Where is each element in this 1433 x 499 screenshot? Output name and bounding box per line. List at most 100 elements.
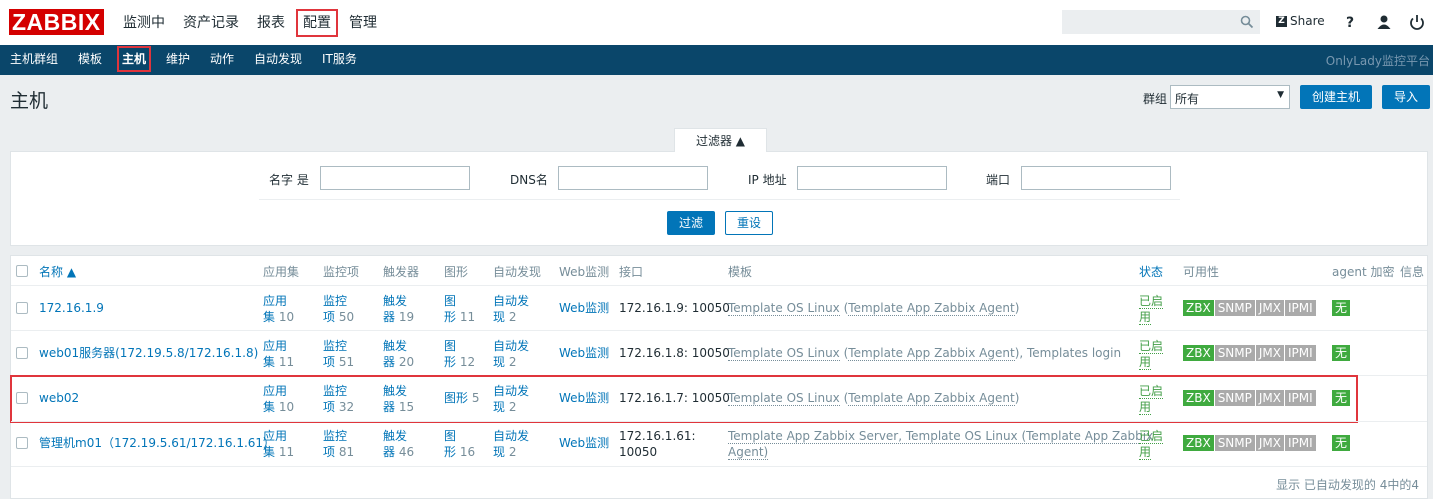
top-menu-configuration[interactable]: 配置 <box>296 8 338 37</box>
triggers-link[interactable]: 触发器 19 <box>383 293 414 325</box>
apps-link[interactable]: 应用集 10 <box>263 293 294 325</box>
jmx-badge: JMX <box>1255 300 1284 316</box>
interface-text: 172.16.1.9: 10050 <box>619 301 730 315</box>
search-icon[interactable] <box>1240 15 1254 29</box>
search-input[interactable] <box>1062 10 1260 34</box>
encryption-badge: 无 <box>1332 300 1351 316</box>
filter-apply-button[interactable]: 过滤 <box>667 211 715 235</box>
snmp-badge: SNMP <box>1214 435 1255 451</box>
availability-badges: ZBX SNMP JMX IPMI <box>1183 435 1317 451</box>
nav-it-services[interactable]: IT服务 <box>322 51 357 67</box>
brand-text: OnlyLady监控平台 <box>1325 54 1430 68</box>
col-status[interactable]: 状态 <box>1139 263 1163 280</box>
status-enabled-link[interactable]: 已启用 <box>1139 338 1164 370</box>
zbx-badge: ZBX <box>1183 435 1214 451</box>
status-enabled-link[interactable]: 已启用 <box>1139 293 1164 325</box>
host-name-link[interactable]: 管理机m01（172.19.5.61/172.16.1.61） <box>39 435 275 451</box>
help-icon[interactable]: ? <box>1341 13 1359 31</box>
row-highlight-box <box>10 375 1358 423</box>
discovery-link[interactable]: 自动发现 2 <box>493 428 529 460</box>
user-profile-icon[interactable] <box>1375 13 1393 31</box>
row-divider <box>11 285 1427 286</box>
discovery-link[interactable]: 自动发现 2 <box>493 338 529 370</box>
name-filter-label: 名字 是 <box>269 173 309 187</box>
row-checkbox[interactable] <box>16 347 28 359</box>
col-items: 监控项 <box>323 265 360 279</box>
top-bar: ZABBIX 监测中 资产记录 报表 配置 管理 Z Share ? <box>0 0 1433 45</box>
encryption-badge: 无 <box>1332 435 1351 451</box>
col-encryption: agent 加密 <box>1332 265 1395 279</box>
row-divider <box>11 330 1427 331</box>
share-icon: Z <box>1276 15 1287 27</box>
filter-reset-button[interactable]: 重设 <box>725 211 773 235</box>
triggers-link[interactable]: 触发器 20 <box>383 338 414 370</box>
top-menu-monitoring[interactable]: 监测中 <box>118 11 170 35</box>
items-link[interactable]: 监控项 51 <box>323 338 354 370</box>
filter-tab[interactable]: 过滤器 ▲ <box>674 128 767 152</box>
dns-filter-input[interactable] <box>558 166 708 190</box>
port-filter-input[interactable] <box>1021 166 1171 190</box>
filter-divider <box>259 199 1180 200</box>
name-filter-input[interactable] <box>320 166 470 190</box>
ip-filter-label: IP 地址 <box>748 173 787 187</box>
col-triggers: 触发器 <box>383 265 420 279</box>
share-link[interactable]: Z Share <box>1276 14 1325 28</box>
host-name-link[interactable]: web01服务器(172.19.5.8/172.16.1.8) <box>39 345 258 361</box>
port-filter-label: 端口 <box>986 173 1011 187</box>
zabbix-logo[interactable]: ZABBIX <box>9 9 104 35</box>
nav-templates[interactable]: 模板 <box>78 51 102 67</box>
graphs-link[interactable]: 图形 16 <box>444 428 475 460</box>
nav-discovery[interactable]: 自动发现 <box>254 51 302 67</box>
zbx-badge: ZBX <box>1183 300 1214 316</box>
interface-text: 172.16.1.8: 10050 <box>619 346 730 360</box>
svg-text:?: ? <box>1346 15 1354 31</box>
col-templates: 模板 <box>728 265 753 279</box>
create-host-button[interactable]: 创建主机 <box>1300 85 1372 109</box>
snmp-badge: SNMP <box>1214 345 1255 361</box>
templates-text: Template App Zabbix Server, Template OS … <box>728 429 1154 460</box>
nav-host-groups[interactable]: 主机群组 <box>10 51 58 67</box>
ipmi-badge: IPMI <box>1285 345 1316 361</box>
col-web: Web监测 <box>559 265 610 279</box>
snmp-badge: SNMP <box>1214 300 1255 316</box>
select-all-checkbox[interactable] <box>16 265 28 277</box>
nav-hosts[interactable]: 主机 <box>116 46 152 72</box>
apps-link[interactable]: 应用集 11 <box>263 338 294 370</box>
col-discovery: 自动发现 <box>493 265 542 279</box>
col-availability: 可用性 <box>1183 265 1220 279</box>
triggers-link[interactable]: 触发器 46 <box>383 428 414 460</box>
logout-power-icon[interactable] <box>1408 13 1426 31</box>
web-link[interactable]: Web监测 <box>559 300 609 316</box>
items-link[interactable]: 监控项 81 <box>323 428 354 460</box>
col-name[interactable]: 名称 ▲ <box>39 263 76 280</box>
jmx-badge: JMX <box>1255 345 1284 361</box>
items-link[interactable]: 监控项 50 <box>323 293 354 325</box>
interface-text: 172.16.1.61: 10050 <box>619 429 696 459</box>
graphs-link[interactable]: 图形 12 <box>444 338 475 370</box>
top-menu-administration[interactable]: 管理 <box>344 11 382 35</box>
col-interface: 接口 <box>619 265 644 279</box>
row-checkbox[interactable] <box>16 437 28 449</box>
ipmi-badge: IPMI <box>1285 300 1316 316</box>
ip-filter-input[interactable] <box>797 166 947 190</box>
discovery-link[interactable]: 自动发现 2 <box>493 293 529 325</box>
top-menu-inventory[interactable]: 资产记录 <box>178 11 244 35</box>
apps-link[interactable]: 应用集 11 <box>263 428 294 460</box>
web-link[interactable]: Web监测 <box>559 345 609 361</box>
dns-filter-label: DNS名 <box>510 173 548 187</box>
row-checkbox[interactable] <box>16 302 28 314</box>
dropdown-arrow-icon: ▼ <box>1277 90 1284 100</box>
host-name-link[interactable]: 172.16.1.9 <box>39 300 104 316</box>
top-menu-reports[interactable]: 报表 <box>252 11 290 35</box>
import-button[interactable]: 导入 <box>1382 85 1430 109</box>
templates-text: Template OS Linux (Template App Zabbix A… <box>728 301 1020 316</box>
graphs-link[interactable]: 图形 11 <box>444 293 475 325</box>
top-menu: 监测中 资产记录 报表 配置 管理 <box>118 0 390 45</box>
nav-actions[interactable]: 动作 <box>210 51 234 67</box>
group-select[interactable]: 所有 ▼ <box>1170 85 1290 109</box>
availability-badges: ZBX SNMP JMX IPMI <box>1183 345 1317 361</box>
sub-nav-bar: 主机群组 模板 主机 维护 动作 自动发现 IT服务 OnlyLady监控平台 <box>0 45 1433 75</box>
status-enabled-link[interactable]: 已启用 <box>1139 428 1164 460</box>
web-link[interactable]: Web监测 <box>559 435 609 451</box>
nav-maintenance[interactable]: 维护 <box>166 51 190 67</box>
